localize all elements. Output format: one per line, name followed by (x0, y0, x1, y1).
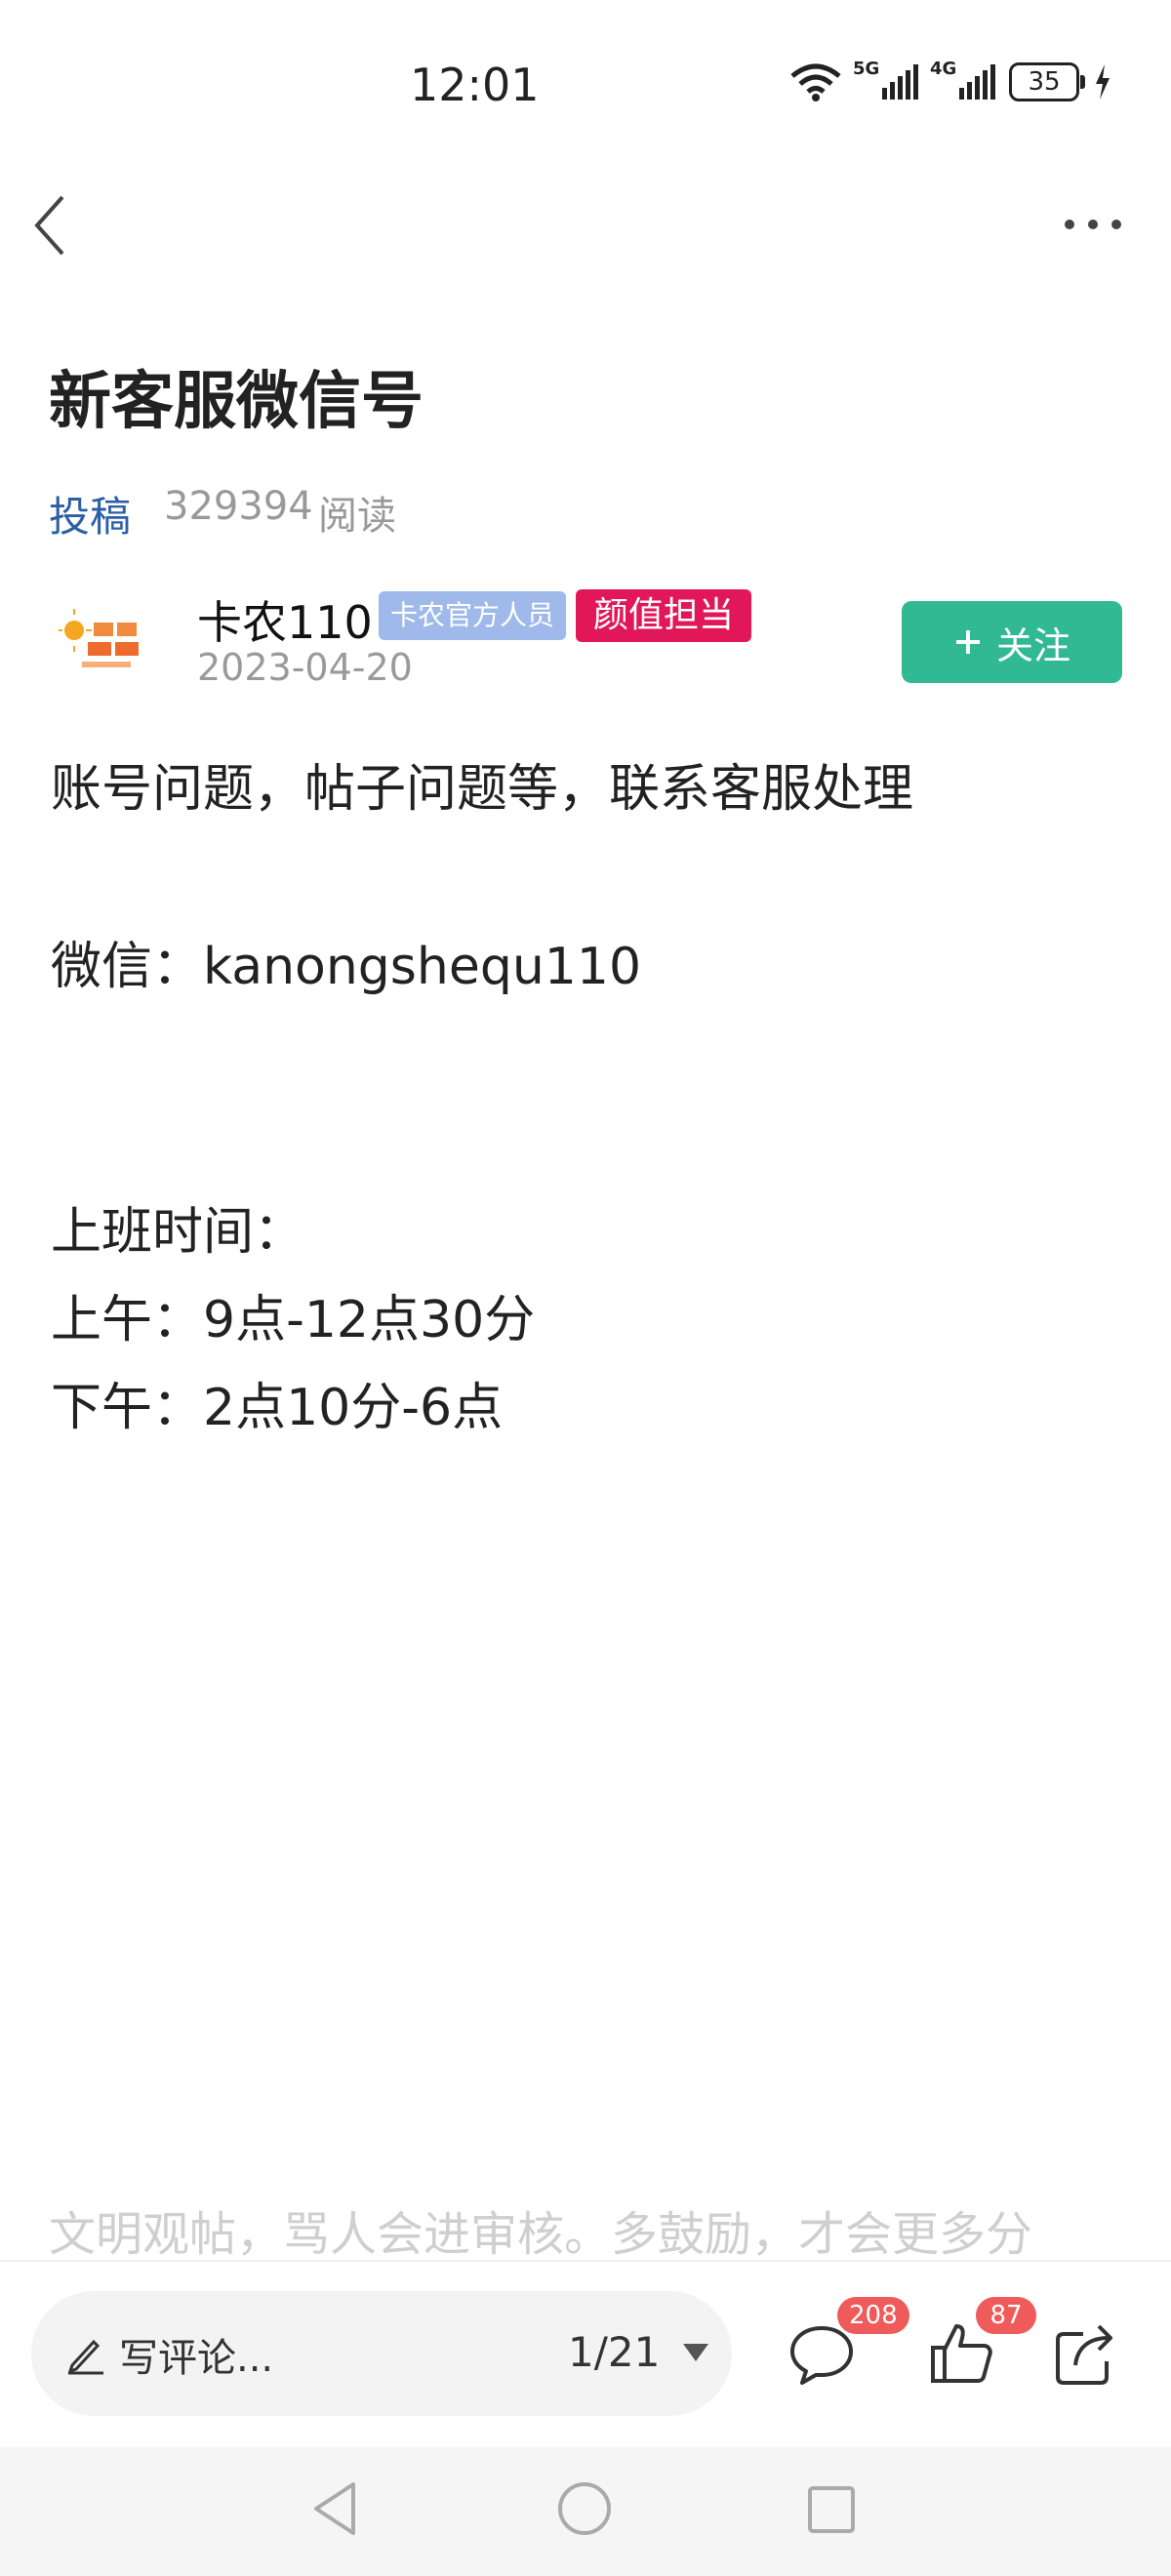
battery-icon: 35 (1009, 62, 1085, 101)
official-badge: 卡农官方人员 (379, 591, 567, 640)
body-text-line: 账号问题，帖子问题等，联系客服处理 (51, 760, 914, 819)
pencil-icon (67, 2339, 103, 2375)
nav-recent-icon[interactable] (806, 2484, 857, 2535)
page-indicator[interactable]: 1/21 (568, 2328, 660, 2376)
caret-down-icon[interactable] (679, 2340, 712, 2365)
body-text-line: 微信：kanongshequ110 (51, 938, 642, 996)
network-type-label: 4G (930, 59, 957, 79)
plus-icon (955, 630, 980, 654)
category-link[interactable]: 投稿 (49, 484, 131, 543)
civility-notice: 文明观帖，骂人会进审核。多鼓励，才会更多分 (49, 2207, 1033, 2262)
follow-label: 关注 (995, 624, 1070, 667)
read-label: 阅读 (318, 494, 396, 539)
back-icon[interactable] (29, 191, 78, 260)
post-date: 2023-04-20 (197, 646, 413, 689)
network-type-label: 5G (853, 59, 880, 79)
status-time: 12:01 (410, 59, 540, 111)
charging-icon (1096, 64, 1110, 100)
signal-4g-icon: 4G (930, 59, 995, 100)
follow-button[interactable]: 关注 (902, 601, 1122, 683)
nav-back-icon[interactable] (308, 2478, 363, 2539)
bottom-divider (0, 2260, 1171, 2262)
body-text-line: 上午：9点-12点30分 (51, 1291, 536, 1349)
body-text-line: 下午：2点10分-6点 (51, 1379, 504, 1437)
wifi-icon (790, 63, 841, 101)
avatar[interactable] (59, 605, 146, 681)
author-name[interactable]: 卡农110 (197, 587, 373, 652)
comment-count-badge: 208 (837, 2297, 909, 2334)
read-count: 329394 (164, 484, 313, 529)
status-icons: 5G 4G 35 (788, 59, 1112, 103)
post-title: 新客服微信号 (49, 366, 424, 438)
nav-home-icon[interactable] (554, 2478, 615, 2539)
signal-5g-icon: 5G (853, 59, 918, 100)
comment-placeholder[interactable]: 写评论... (119, 2326, 273, 2383)
more-icon[interactable] (1054, 205, 1132, 244)
share-icon[interactable] (1050, 2318, 1120, 2389)
like-count-badge: 87 (976, 2297, 1036, 2334)
body-text-line: 上班时间： (51, 1203, 305, 1262)
honor-badge: 颜值担当 (576, 589, 752, 642)
